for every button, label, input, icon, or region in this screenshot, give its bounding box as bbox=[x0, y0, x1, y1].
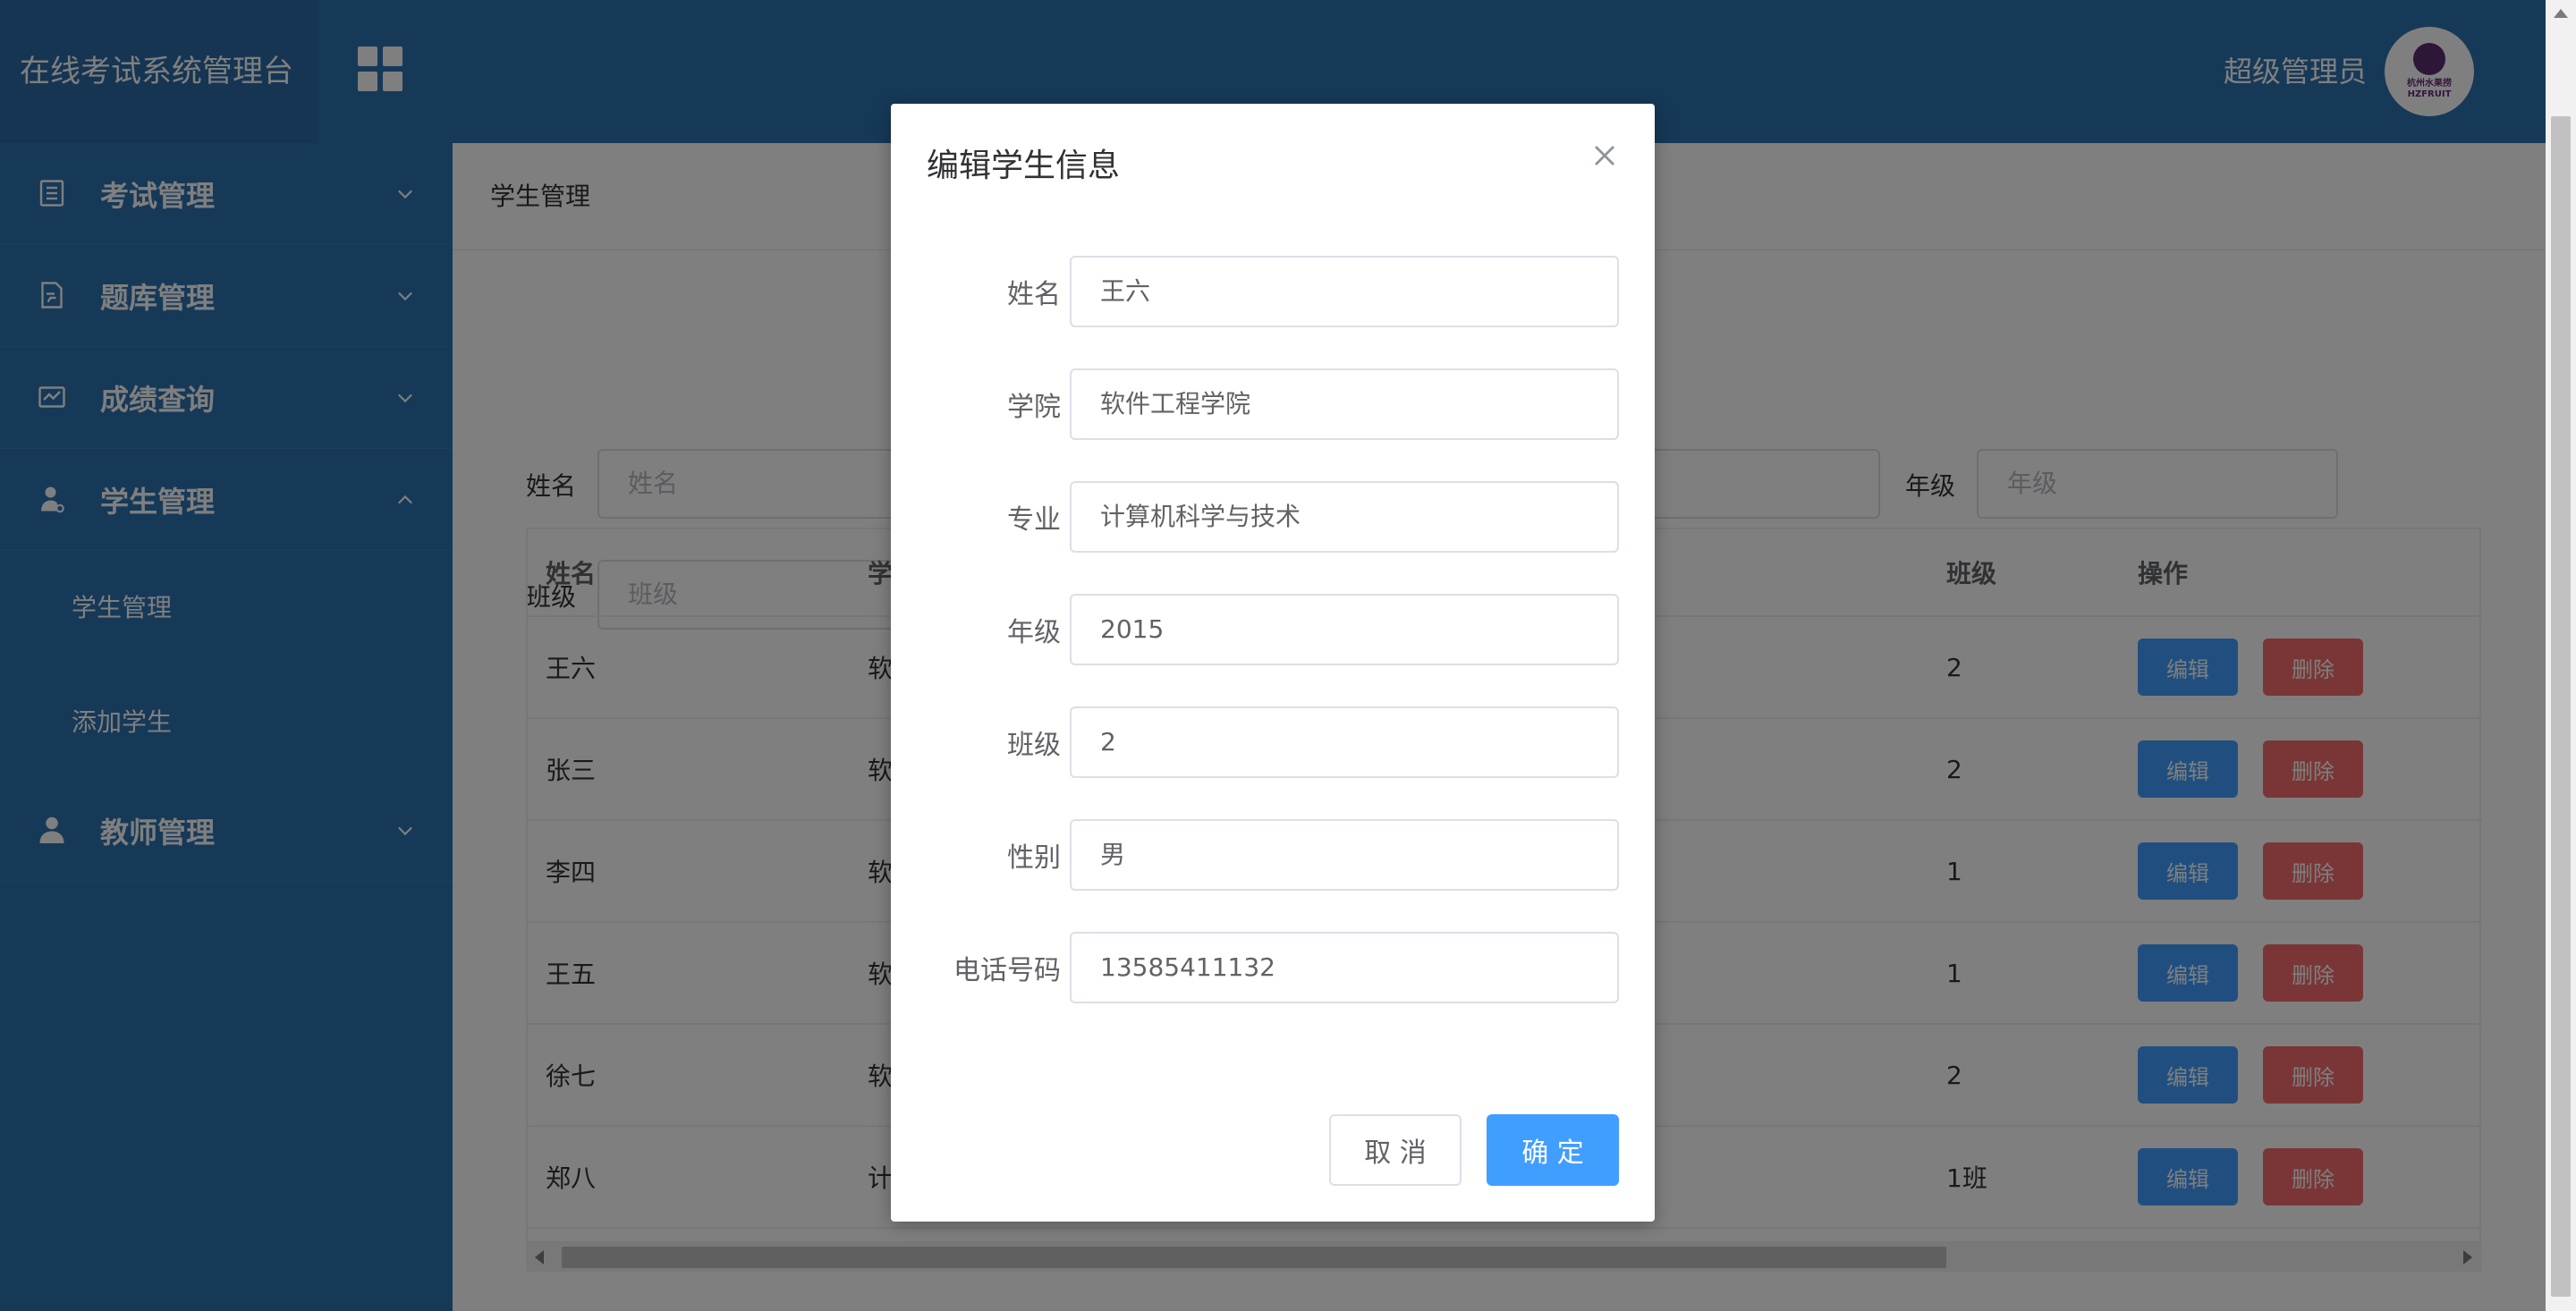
college-field[interactable]: 软件工程学院 bbox=[1070, 368, 1619, 440]
confirm-button[interactable]: 确 定 bbox=[1487, 1114, 1619, 1186]
class-field[interactable]: 2 bbox=[1070, 706, 1619, 778]
scrollbar-thumb[interactable] bbox=[2551, 116, 2571, 1297]
page-vertical-scrollbar[interactable] bbox=[2546, 0, 2576, 1311]
major-label: 专业 bbox=[1007, 504, 1061, 536]
college-label: 学院 bbox=[1007, 392, 1061, 423]
scroll-up-arrow-icon[interactable] bbox=[2554, 9, 2568, 18]
edit-student-dialog: 编辑学生信息 姓名 王六 学院 软件工程学院 专业 计算机科学与技术 年级 20… bbox=[891, 104, 1655, 1222]
grade-label: 年级 bbox=[1007, 617, 1061, 648]
grade-field[interactable]: 2015 bbox=[1070, 594, 1619, 665]
close-icon[interactable] bbox=[1590, 141, 1619, 170]
name-field[interactable]: 王六 bbox=[1070, 256, 1619, 327]
major-field[interactable]: 计算机科学与技术 bbox=[1070, 481, 1619, 553]
class-label: 班级 bbox=[1007, 730, 1061, 761]
gender-label: 性别 bbox=[1007, 842, 1061, 874]
gender-field[interactable]: 男 bbox=[1070, 819, 1619, 891]
phone-field[interactable]: 13585411132 bbox=[1070, 932, 1619, 1003]
cancel-button[interactable]: 取 消 bbox=[1329, 1114, 1462, 1186]
phone-label: 电话号码 bbox=[953, 955, 1061, 986]
name-label: 姓名 bbox=[1007, 279, 1061, 310]
dialog-title: 编辑学生信息 bbox=[927, 148, 1121, 184]
